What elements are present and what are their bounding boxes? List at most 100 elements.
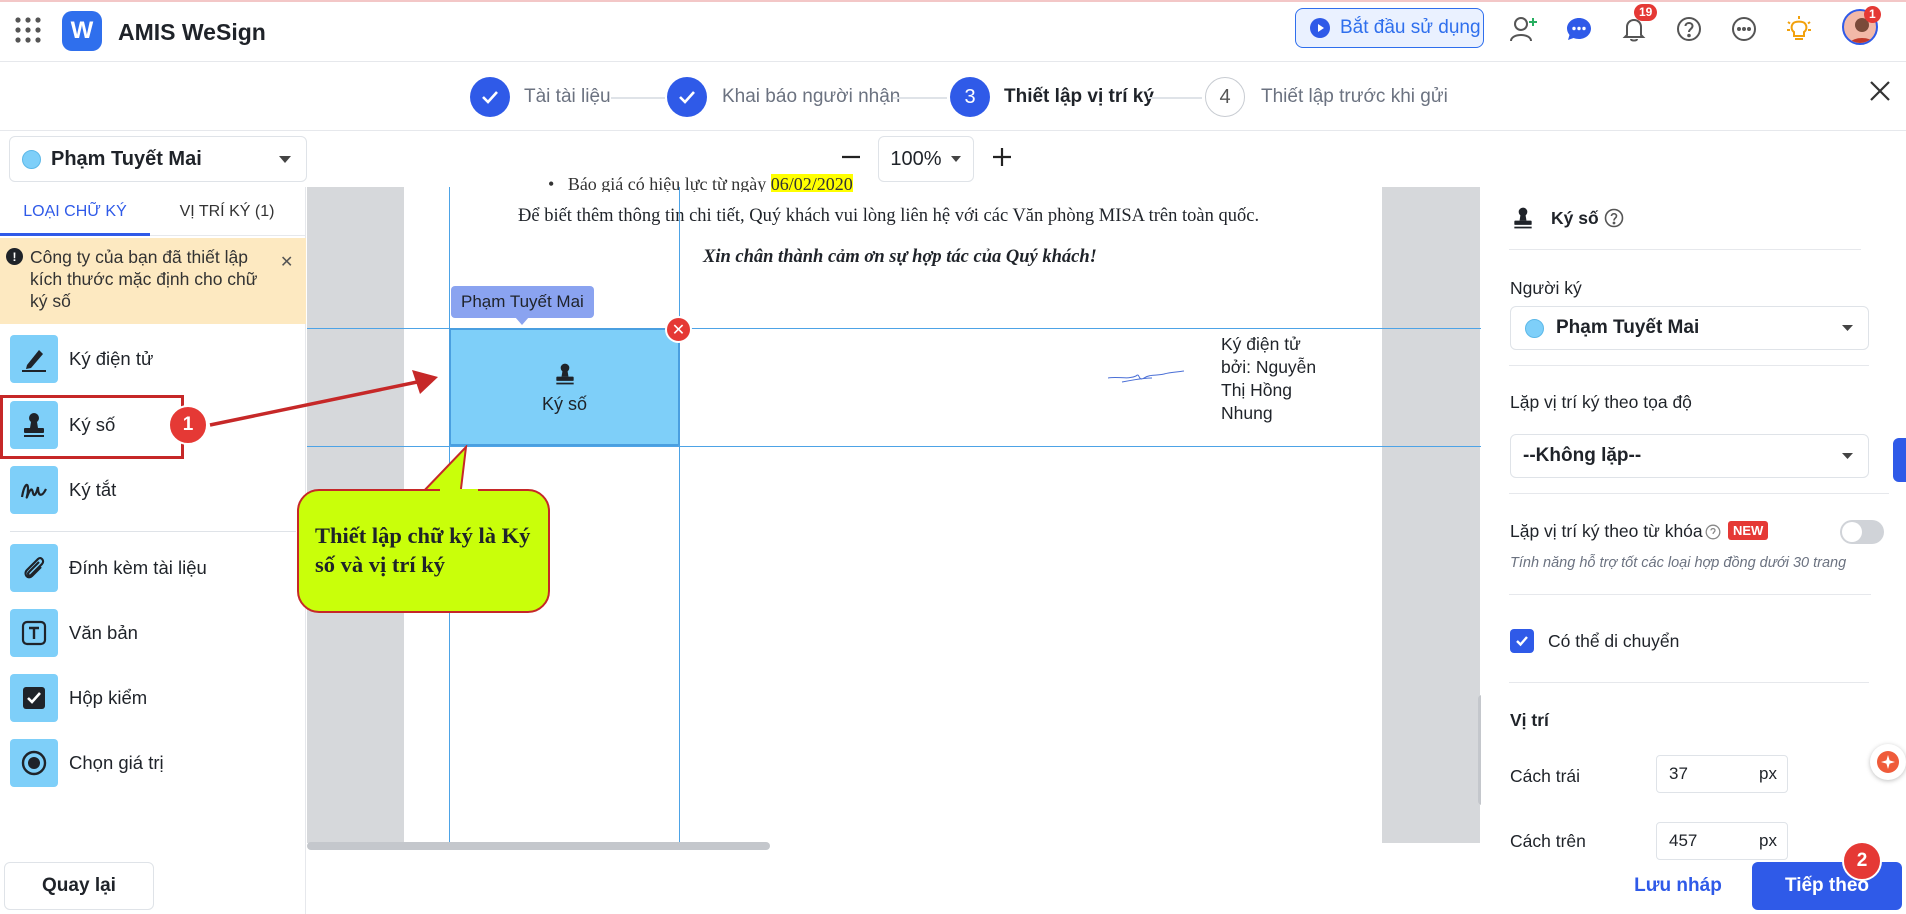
stamp-icon — [1510, 204, 1536, 232]
chevron-down-icon — [1841, 452, 1854, 460]
signature-owner-tag: Phạm Tuyết Mai — [451, 286, 594, 318]
signed-by-text: Ký điện tử bởi: Nguyễn Thị Hồng Nhung — [1221, 333, 1351, 425]
divider — [1509, 594, 1871, 595]
guide-line-vertical — [679, 187, 680, 843]
tool-text[interactable]: Văn bản — [0, 602, 306, 664]
add-user-icon[interactable] — [1508, 13, 1540, 45]
zoom-out-icon[interactable] — [840, 146, 862, 168]
tool-label: Chọn giá trị — [69, 752, 164, 773]
top-offset-label: Cách trên — [1510, 831, 1586, 851]
unit-label: px — [1759, 831, 1777, 850]
side-panel-toggle[interactable] — [1893, 438, 1906, 482]
signature-scribble-icon — [1108, 366, 1184, 388]
toggle-knob — [1842, 522, 1862, 542]
checkbox-icon — [10, 674, 58, 722]
signer-value: Phạm Tuyết Mai — [1556, 317, 1700, 338]
top-offset-input[interactable]: 457 px — [1656, 822, 1788, 860]
signed-by-line: Ký điện tử — [1221, 334, 1301, 354]
signed-by-line: bởi: Nguyễn — [1221, 357, 1317, 377]
signature-field[interactable]: Ký số — [449, 328, 680, 446]
more-options-icon[interactable] — [1728, 13, 1760, 45]
step-2-label: Khai báo người nhận — [722, 86, 901, 107]
step-3-label: Thiết lập vị trí ký — [1004, 86, 1154, 107]
notice-text: Công ty của bạn đã thiết lập kích thước … — [30, 247, 258, 311]
play-icon — [1310, 18, 1330, 38]
step-4-number: 4 — [1205, 77, 1245, 117]
help-icon[interactable] — [1705, 524, 1721, 540]
step-1-label: Tài tài liệu — [524, 86, 611, 107]
step-badge-1: 1 — [168, 405, 208, 445]
lightbulb-icon[interactable] — [1783, 13, 1815, 45]
highlight-annotation — [0, 395, 184, 459]
annotation-arrow — [209, 370, 438, 427]
stamp-icon — [552, 360, 578, 388]
signed-by-line: Nhung — [1221, 403, 1273, 423]
ai-assistant-icon[interactable] — [1870, 744, 1906, 780]
recipient-name: Phạm Tuyết Mai — [51, 147, 202, 170]
zoom-select[interactable]: 100% — [878, 136, 974, 182]
tool-label: Đính kèm tài liệu — [69, 557, 207, 578]
app-title: AMIS WeSign — [118, 19, 266, 45]
recipient-select[interactable]: Phạm Tuyết Mai — [9, 136, 307, 182]
repeat-coord-select[interactable]: --Không lặp-- — [1510, 434, 1869, 478]
app-grid-icon[interactable] — [14, 16, 42, 44]
paperclip-icon — [10, 544, 58, 592]
notification-count-badge: 19 — [1634, 4, 1658, 21]
tool-label: Văn bản — [69, 622, 138, 643]
chevron-down-icon — [278, 155, 292, 164]
notice-close-icon[interactable]: ✕ — [280, 252, 293, 272]
avatar-badge: 1 — [1864, 6, 1881, 23]
signer-color-dot — [1525, 318, 1544, 338]
save-draft-button[interactable]: Lưu nháp — [1618, 862, 1738, 910]
chat-icon[interactable] — [1563, 13, 1595, 45]
panel-header: Ký số — [1551, 208, 1599, 228]
signed-by-line: Thị Hồng — [1221, 380, 1293, 400]
callout-tail-mask — [440, 489, 478, 493]
delete-field-icon[interactable]: ✕ — [665, 316, 692, 343]
zoom-value: 100% — [890, 147, 942, 170]
close-icon[interactable] — [1868, 79, 1892, 103]
tool-label: Hộp kiểm — [69, 687, 148, 708]
left-offset-value: 37 — [1669, 764, 1688, 783]
horizontal-scrollbar[interactable] — [307, 842, 770, 850]
top-offset-value: 457 — [1669, 831, 1698, 850]
divider — [1509, 365, 1869, 366]
tool-checkbox[interactable]: Hộp kiểm — [0, 667, 306, 729]
tab-signature-positions[interactable]: VỊ TRÍ KÝ (1) — [152, 187, 302, 236]
callout-annotation: Thiết lập chữ ký là Ký số và vị trí ký — [297, 489, 550, 613]
divider — [1509, 682, 1869, 683]
left-offset-input[interactable]: 37 px — [1656, 755, 1788, 793]
movable-checkbox[interactable] — [1510, 629, 1534, 653]
text-icon — [10, 609, 58, 657]
repeat-coord-label: Lặp vị trí ký theo tọa độ — [1510, 392, 1692, 412]
tag-pointer — [515, 317, 529, 325]
step-connector — [1148, 97, 1202, 99]
movable-label: Có thể di chuyển — [1548, 631, 1680, 651]
tool-radio[interactable]: Chọn giá trị — [0, 732, 306, 794]
back-button[interactable]: Quay lại — [4, 862, 154, 910]
help-icon[interactable] — [1604, 208, 1624, 228]
help-icon[interactable] — [1673, 13, 1705, 45]
radio-icon — [10, 739, 58, 787]
tool-attachment[interactable]: Đính kèm tài liệu — [0, 537, 306, 599]
zoom-in-icon[interactable] — [991, 146, 1013, 168]
new-badge: NEW — [1728, 521, 1769, 540]
tool-label: Ký tắt — [69, 479, 117, 500]
recipient-color-dot — [22, 149, 41, 169]
tab-signature-types[interactable]: LOẠI CHỮ KÝ — [0, 187, 150, 236]
step-connector — [893, 97, 947, 99]
doc-line-cut: • Báo giá có hiệu lực từ ngày 06/02/2020 — [548, 174, 853, 192]
get-started-button[interactable]: Bắt đầu sử dụng — [1295, 8, 1484, 48]
step-1-check-icon — [470, 77, 510, 117]
callout-text: Thiết lập chữ ký là Ký số và vị trí ký — [315, 523, 531, 577]
keyword-hint: Tính năng hỗ trợ tốt các loại hợp đồng d… — [1510, 555, 1847, 571]
tool-label: Ký điện tử — [69, 348, 154, 369]
divider — [1509, 249, 1861, 250]
doc-line-2: Xin chân thành cảm ơn sự hợp tác của Quý… — [703, 247, 1097, 267]
tool-initials[interactable]: Ký tắt — [0, 459, 306, 521]
info-icon: ! — [6, 248, 23, 265]
step-connector — [611, 97, 665, 99]
repeat-coord-value: --Không lặp-- — [1523, 445, 1642, 466]
signer-select[interactable]: Phạm Tuyết Mai — [1510, 306, 1869, 350]
step-4-label: Thiết lập trước khi gửi — [1261, 86, 1448, 107]
